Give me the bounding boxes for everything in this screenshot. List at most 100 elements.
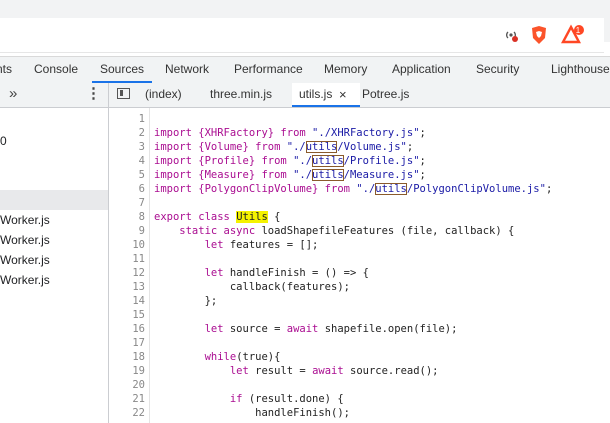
navigator-item[interactable]: Worker.js [0, 230, 108, 250]
line-number-gutter: 1 2 3 4 5 6 7 8 9 10 11 12 13 14 15 16 1… [109, 108, 150, 423]
extension-icons: 1 [490, 22, 610, 48]
file-tab-potree[interactable]: Potree.js [362, 83, 409, 107]
navigator-menu-icon[interactable]: ⋮ [86, 84, 101, 104]
code-token: "./ [293, 155, 313, 167]
line-number: 15 [132, 309, 145, 321]
code-token: if [154, 393, 249, 405]
navigator-item[interactable]: Worker.js [0, 250, 108, 270]
line-number: 4 [138, 155, 145, 167]
file-tab-utils-label: utils.js [299, 87, 333, 101]
code-token: export class [154, 211, 237, 223]
code-line: import {Profile} from "./utils/Profile.j… [154, 154, 426, 168]
line-number: 13 [132, 281, 145, 293]
tab-memory[interactable]: Memory [324, 57, 367, 83]
code-token: "./ [293, 169, 313, 181]
line-number: 17 [132, 337, 145, 349]
navigator-item[interactable]: Worker.js [0, 210, 108, 230]
code-token: static async [154, 225, 262, 237]
navigator-item-selected[interactable] [0, 190, 108, 210]
code-editor[interactable]: 1 2 3 4 5 6 7 8 9 10 11 12 13 14 15 16 1… [109, 108, 610, 423]
line-number: 22 [132, 407, 145, 419]
code-line: if (result.done) { [154, 392, 344, 406]
close-tab-icon[interactable]: × [339, 83, 347, 106]
file-tab-index[interactable]: (index) [145, 83, 182, 107]
line-number: 5 [138, 169, 145, 181]
code-token: /Measure.js" [343, 169, 420, 181]
more-tabs-chevron-icon[interactable]: » [9, 84, 17, 104]
code-token: result = [255, 365, 313, 377]
code-token: handleFinish = () => { [229, 267, 369, 279]
code-line: import {Measure} from "./utils/Measure.j… [154, 168, 426, 182]
line-number: 14 [132, 295, 145, 307]
code-token: "./ [356, 183, 376, 195]
code-token: shapefile.open(file); [324, 323, 458, 335]
code-token: let [154, 323, 230, 335]
code-token: ; [419, 127, 426, 139]
line-number: 7 [138, 197, 145, 209]
code-token: import {PolygonClipVolume} from [154, 183, 357, 195]
tab-application[interactable]: Application [392, 57, 451, 83]
line-number: 8 [138, 211, 145, 223]
code-token: import {Profile} from [154, 155, 294, 167]
line-number: 20 [132, 379, 145, 391]
code-token: /Profile.js" [343, 155, 420, 167]
tab-performance[interactable]: Performance [234, 57, 303, 83]
line-number: 1 [138, 113, 145, 125]
code-line: callback(features); [154, 281, 350, 293]
tab-elements[interactable]: nts [0, 57, 12, 83]
brave-rewards-icon[interactable]: 1 [560, 22, 586, 48]
line-number: 11 [132, 253, 145, 265]
code-token: /Volume.js" [337, 141, 407, 153]
devtools-tab-bar: nts Console Sources Network Performance … [0, 56, 610, 84]
line-number: 10 [132, 239, 145, 251]
code-token: ; [419, 155, 426, 167]
toggle-navigator-icon[interactable] [117, 88, 130, 99]
editor-file-tabs: (index) three.min.js utils.js × Potree.j… [109, 83, 610, 108]
code-token: (result.done) { [248, 393, 344, 405]
code-line: static async loadShapefileFeatures (file… [154, 224, 514, 238]
code-line: handleFinish(); [154, 407, 350, 419]
navigator-item[interactable]: Worker.js [0, 270, 108, 290]
navigator-item[interactable]: 0 [0, 131, 108, 151]
code-token: (true){ [236, 351, 281, 363]
code-line: let handleFinish = () => { [154, 266, 369, 280]
tab-sources[interactable]: Sources [92, 57, 153, 83]
file-navigator: 0 Worker.js Worker.js Worker.js Worker.j… [0, 108, 109, 423]
code-token: let [154, 365, 256, 377]
tab-network[interactable]: Network [165, 57, 209, 83]
search-match: utils [375, 183, 407, 195]
code-token: ; [406, 141, 414, 153]
code-token: "./ [286, 141, 306, 153]
file-tab-utils[interactable]: utils.js × [292, 83, 360, 107]
code-token: import {Volume} from [154, 141, 287, 153]
broadcast-icon[interactable] [500, 22, 522, 48]
tab-security[interactable]: Security [476, 57, 519, 83]
tab-lighthouse[interactable]: Lighthouse [551, 57, 610, 83]
code-token: source = [229, 323, 287, 335]
code-token: await [286, 323, 325, 335]
code-line: let features = []; [154, 238, 319, 252]
code-line: let source = await shapefile.open(file); [154, 322, 458, 336]
line-number: 16 [132, 323, 145, 335]
navigator-toolbar: » ⋮ [0, 83, 109, 108]
code-line: export class Utils { [154, 210, 280, 224]
line-number: 12 [132, 267, 145, 279]
line-number: 2 [138, 127, 145, 139]
file-tab-three-min[interactable]: three.min.js [210, 83, 272, 107]
code-line: import {Volume} from "./utils/Volume.js"… [154, 140, 413, 154]
brave-shield-icon[interactable] [528, 22, 550, 48]
search-match: utils [312, 155, 344, 167]
code-token: ; [545, 183, 553, 195]
code-line: while(true){ [154, 350, 281, 364]
code-token: while [154, 351, 237, 363]
rewards-badge: 1 [575, 26, 581, 35]
code-token: let [154, 239, 230, 251]
line-number: 21 [132, 393, 145, 405]
toggle-navigator-icon-inner [120, 90, 123, 96]
line-number: 19 [132, 365, 145, 377]
code-token: loadShapefileFeatures (file, callback) { [261, 225, 515, 237]
code-token: /PolygonClipVolume.js" [406, 183, 546, 195]
tab-console[interactable]: Console [34, 57, 78, 83]
search-match: utils [312, 169, 344, 181]
search-match-current: Utils [236, 211, 268, 223]
